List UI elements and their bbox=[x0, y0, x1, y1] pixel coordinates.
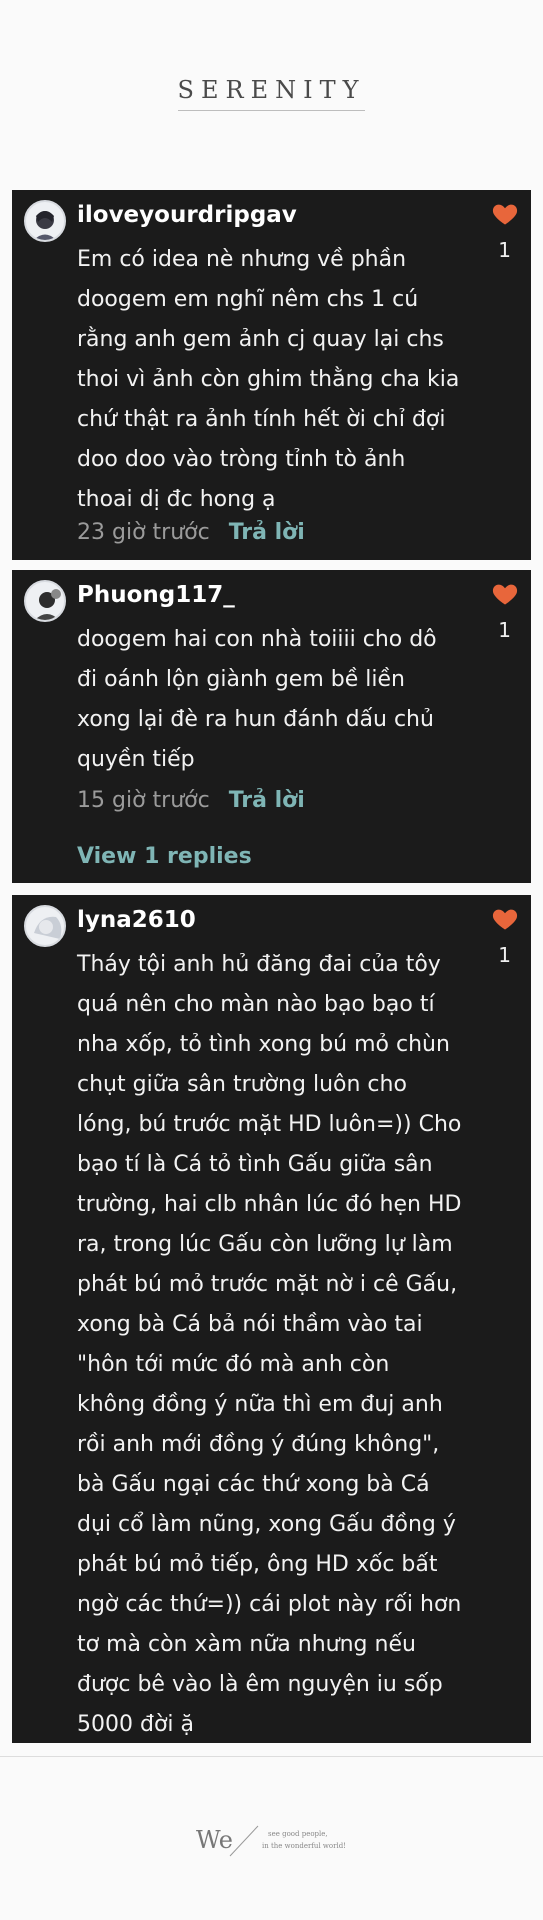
footer-logo: We see good people, in the wonderful wor… bbox=[0, 1820, 543, 1860]
comment-username[interactable]: Phuong117_ bbox=[77, 582, 235, 608]
footer-tagline-2: in the wonderful world! bbox=[262, 1842, 346, 1850]
footer-tagline-1: see good people, bbox=[268, 1830, 328, 1838]
like-count: 1 bbox=[498, 943, 511, 967]
like-count: 1 bbox=[498, 618, 511, 642]
brand-header: SERENITY bbox=[0, 76, 543, 111]
comment-card: lyna2610 Tháy tội anh hủ đăng đai của tô… bbox=[12, 895, 531, 1743]
reply-button[interactable]: Trả lời bbox=[229, 788, 305, 813]
view-replies-link[interactable]: View 1 replies bbox=[77, 844, 252, 869]
avatar[interactable] bbox=[24, 580, 66, 622]
heart-icon[interactable] bbox=[491, 200, 519, 228]
comment-card: iloveyourdripgav Em có idea nè nhưng về … bbox=[12, 190, 531, 560]
comment-username[interactable]: iloveyourdripgav bbox=[77, 202, 297, 228]
reply-button[interactable]: Trả lời bbox=[229, 520, 305, 545]
comment-card: Phuong117_ doogem hai con nhà toiiii cho… bbox=[12, 570, 531, 883]
divider bbox=[0, 1756, 543, 1757]
comment-time: 23 giờ trước bbox=[77, 520, 210, 545]
comment-text: doogem hai con nhà toiiii cho dô đi oánh… bbox=[77, 627, 437, 772]
heart-icon[interactable] bbox=[491, 580, 519, 608]
footer-logo-text: We bbox=[196, 1826, 233, 1854]
comment-text: Em có idea nè nhưng về phần doogem em ng… bbox=[77, 247, 460, 512]
comment-meta: 23 giờ trước Trả lời bbox=[77, 520, 305, 545]
avatar[interactable] bbox=[24, 905, 66, 947]
comment-username[interactable]: lyna2610 bbox=[77, 907, 196, 933]
avatar[interactable] bbox=[24, 200, 66, 242]
heart-icon[interactable] bbox=[491, 905, 519, 933]
comment-meta: 15 giờ trước Trả lời bbox=[77, 788, 305, 813]
brand-title: SERENITY bbox=[177, 76, 366, 111]
comment-text: Tháy tội anh hủ đăng đai của tôy quá nên… bbox=[77, 952, 462, 1737]
like-count: 1 bbox=[498, 238, 511, 262]
comment-time: 15 giờ trước bbox=[77, 788, 210, 813]
